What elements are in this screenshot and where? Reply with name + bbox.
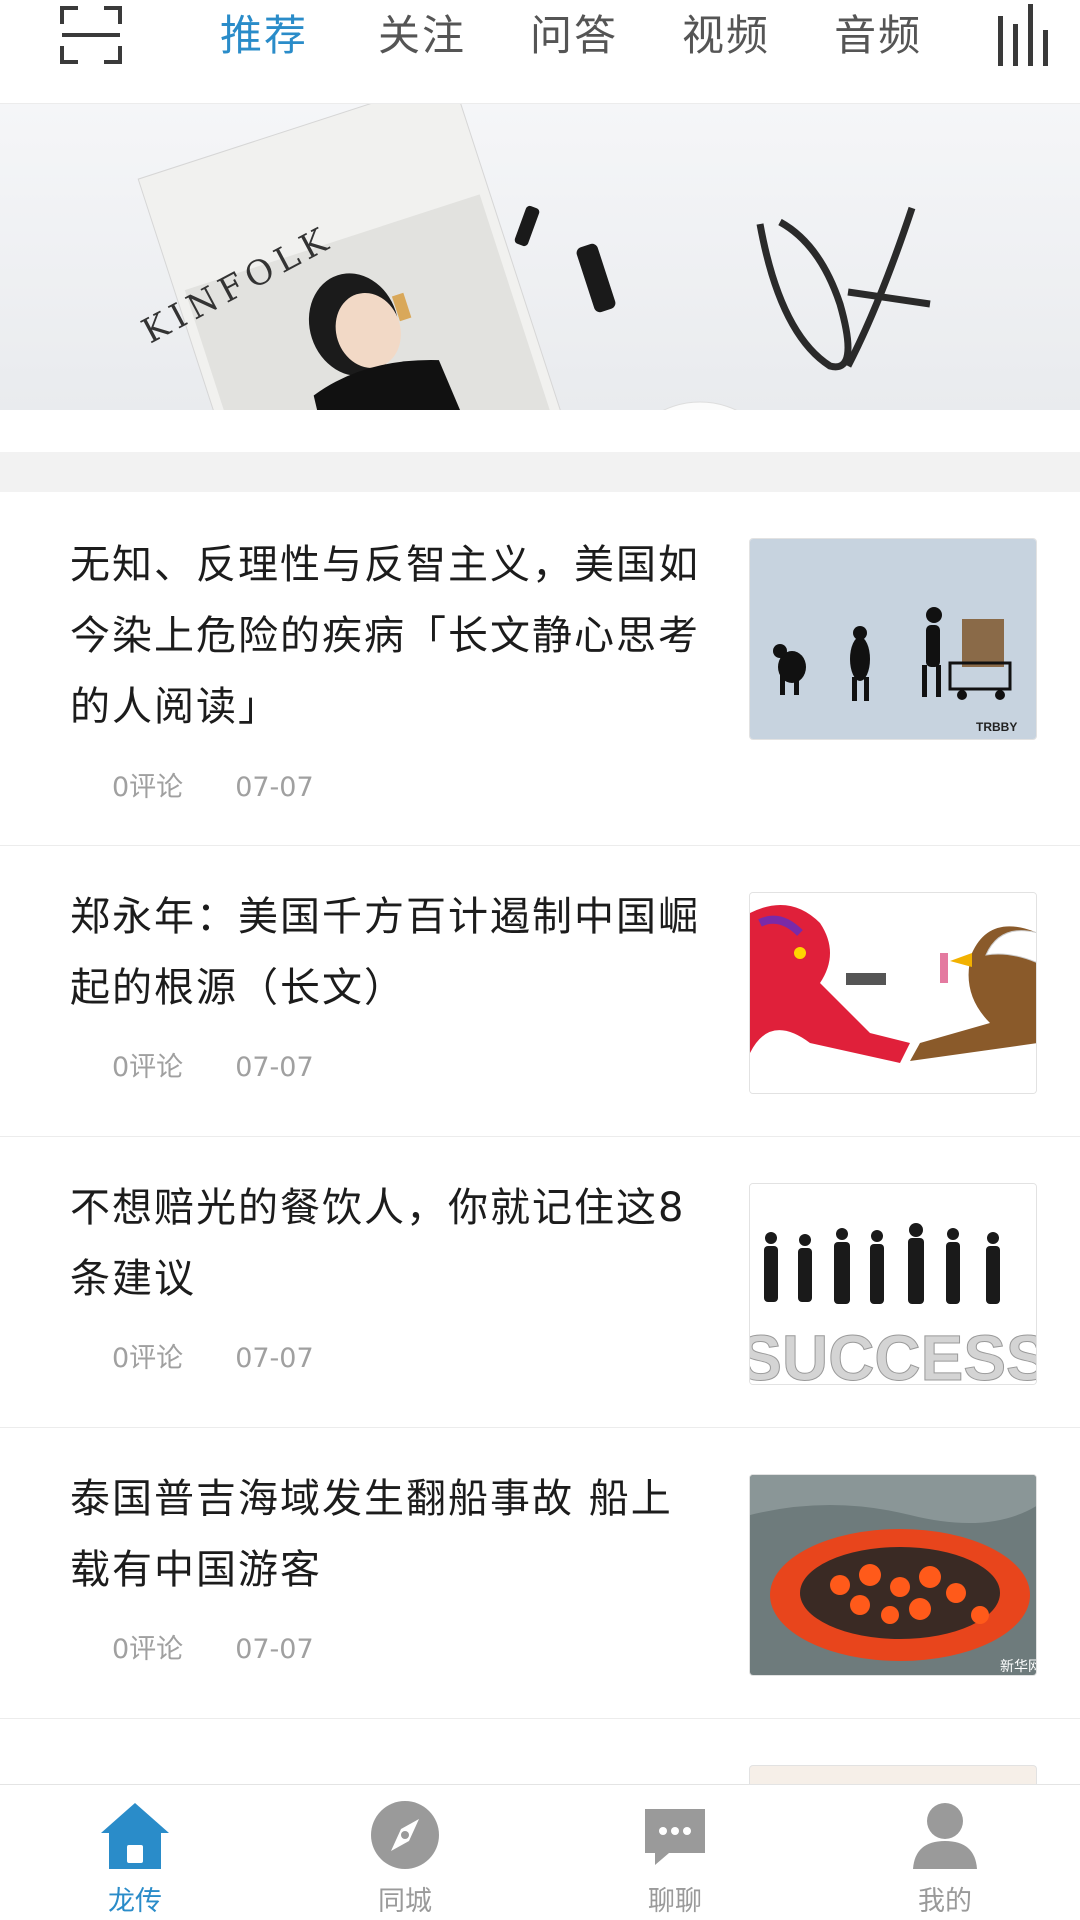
publish-date: 07-07 (235, 1052, 314, 1083)
article-thumbnail[interactable]: TRBBY (749, 538, 1037, 740)
section-divider (0, 452, 1080, 492)
nav-local[interactable]: 同城 (270, 1785, 540, 1920)
bottom-navigation: 龙传 同城 聊聊 我的 (0, 1784, 1080, 1920)
nav-profile[interactable]: 我的 (810, 1785, 1080, 1920)
article-title[interactable]: 泰国普吉海域发生翻船事故 船上载有中国游客 (70, 1464, 700, 1606)
chat-icon (639, 1799, 711, 1871)
thumbnail-watermark: SUCCESS (750, 1322, 1037, 1385)
app-screen: 推荐 关注 问答 视频 音频 KINFOLK 无知、反理性与反智主义，美国如今染… (0, 0, 1080, 1920)
article-meta: 0评论 07-07 (112, 1339, 314, 1379)
publish-date: 07-07 (235, 1634, 314, 1665)
nav-profile-label: 我的 (918, 1886, 972, 1917)
nav-home[interactable]: 龙传 (0, 1785, 270, 1920)
tab-qa[interactable]: 问答 (530, 0, 618, 72)
article-title[interactable]: 无知、反理性与反智主义，美国如今染上危险的疾病「长文静心思考的人阅读」 (70, 530, 700, 743)
article-thumbnail[interactable] (749, 892, 1037, 1094)
list-item[interactable]: 不想赔光的餐饮人，你就记住这8条建议 0评论 07-07 SUCCESS (0, 1137, 1080, 1428)
thumbnail-watermark: TRBBY (976, 720, 1017, 734)
article-thumbnail[interactable]: 新华网 (749, 1474, 1037, 1676)
channel-tabs: 推荐 关注 问答 视频 音频 (220, 0, 986, 72)
news-feed: 无知、反理性与反智主义，美国如今染上危险的疾病「长文静心思考的人阅读」 0评论 … (0, 492, 1080, 1799)
user-icon (909, 1799, 981, 1871)
top-tab-bar: 推荐 关注 问答 视频 音频 (0, 0, 1080, 104)
thumbnail-watermark: 新华网 (1000, 1658, 1037, 1674)
comment-count: 0评论 (112, 1052, 184, 1083)
scan-frame-icon[interactable] (60, 6, 122, 64)
article-meta: 0评论 07-07 (112, 768, 314, 808)
nav-chat-label: 聊聊 (648, 1886, 702, 1917)
nav-chat[interactable]: 聊聊 (540, 1785, 810, 1920)
compass-icon (369, 1799, 441, 1871)
publish-date: 07-07 (235, 772, 314, 803)
article-title[interactable]: 不想赔光的餐饮人，你就记住这8条建议 (70, 1173, 700, 1315)
list-item[interactable]: 泰国普吉海域发生翻船事故 船上载有中国游客 0评论 07-07 新华网 (0, 1428, 1080, 1719)
banner-indicator-area (0, 410, 1080, 452)
article-meta: 0评论 07-07 (112, 1048, 314, 1088)
publish-date: 07-07 (235, 1343, 314, 1374)
nav-home-label: 龙传 (108, 1886, 162, 1917)
home-icon (99, 1799, 171, 1871)
article-thumbnail[interactable]: SUCCESS (749, 1183, 1037, 1385)
banner-image[interactable]: KINFOLK (0, 104, 1080, 410)
comment-count: 0评论 (112, 1634, 184, 1665)
tab-audio[interactable]: 音频 (834, 0, 922, 72)
channel-bars-icon[interactable] (996, 4, 1054, 66)
list-item[interactable]: 无知、反理性与反智主义，美国如今染上危险的疾病「长文静心思考的人阅读」 0评论 … (0, 492, 1080, 846)
comment-count: 0评论 (112, 772, 184, 803)
article-meta: 0评论 07-07 (112, 1630, 314, 1670)
comment-count: 0评论 (112, 1343, 184, 1374)
article-title[interactable]: 郑永年：美国千方百计遏制中国崛起的根源（长文） (70, 882, 700, 1024)
list-item[interactable]: 郑永年：美国千方百计遏制中国崛起的根源（长文） 0评论 07-07 (0, 846, 1080, 1137)
nav-local-label: 同城 (378, 1886, 432, 1917)
tab-video[interactable]: 视频 (682, 0, 770, 72)
tab-recommend[interactable]: 推荐 (220, 0, 308, 72)
tab-follow[interactable]: 关注 (378, 0, 466, 72)
